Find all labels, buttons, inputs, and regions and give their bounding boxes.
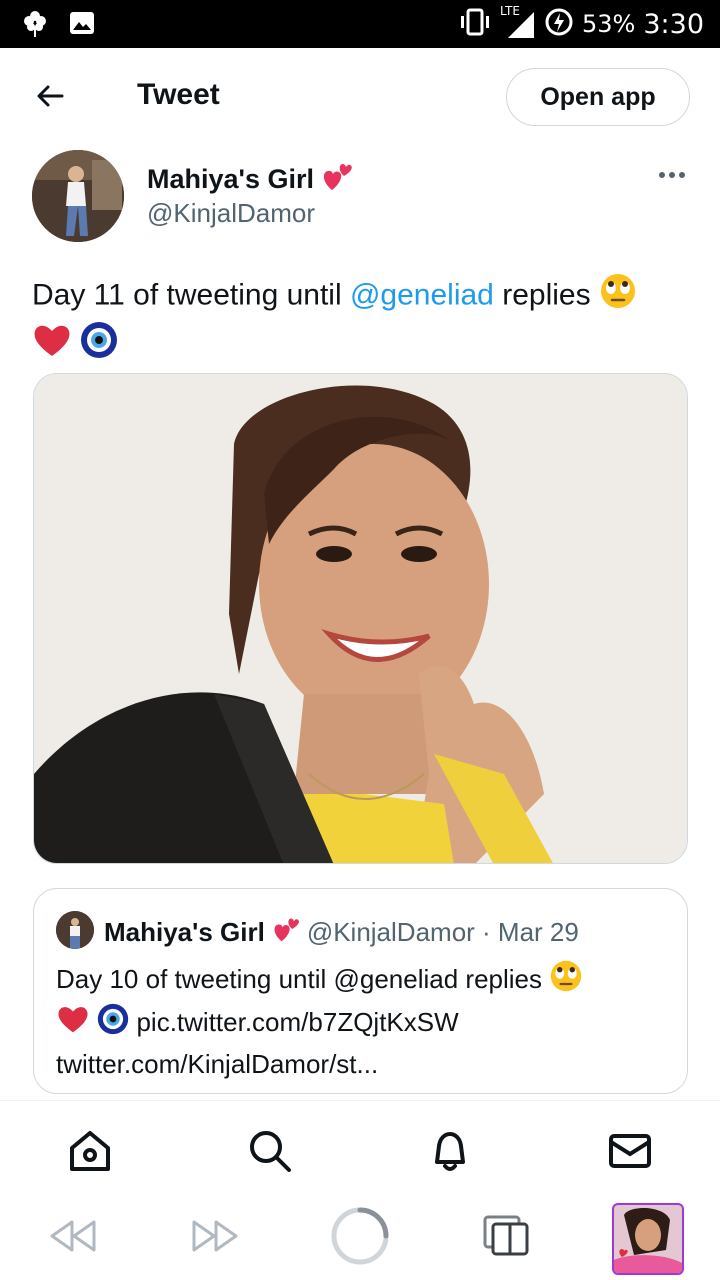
forward-icon [190,1216,242,1261]
nazar-amulet-emoji [97,1003,129,1045]
rewind-icon [46,1216,98,1261]
nav-messages[interactable] [606,1129,654,1177]
author-handle[interactable]: @KinjalDamor [147,198,315,229]
red-heart-emoji [56,1004,90,1044]
two-hearts-emoji [320,160,354,199]
more-icon-dot [669,172,675,178]
battery-percent: 53% [582,10,636,38]
nav-notifications[interactable] [426,1129,474,1177]
quoted-header: Mahiya's Girl @KinjalDamor · Mar 29 [104,915,579,950]
tweet-text-before: Day 11 of tweeting until [32,278,350,312]
back-button[interactable] [30,78,70,118]
battery-charging-icon [544,7,574,42]
page-title: Tweet [137,78,220,111]
browser-toolbar [0,1200,720,1280]
tabs-icon [482,1214,530,1263]
author-name[interactable]: Mahiya's Girl [147,160,354,199]
tweet-text: Day 11 of tweeting until @geneliad repli… [32,272,692,370]
mention-link[interactable]: @geneliad [350,278,494,311]
status-bar: LTE 53% 3:30 [0,0,720,48]
mail-icon [607,1128,653,1179]
quoted-avatar [56,911,94,949]
more-icon-dot [679,172,685,178]
vibrate-icon [458,7,492,42]
search-icon [247,1128,293,1179]
red-heart-emoji [32,322,72,369]
more-icon [659,172,665,178]
quoted-author-name: Mahiya's Girl [104,917,265,947]
signal-icon: LTE [500,4,536,40]
nazar-amulet-emoji [80,321,118,370]
author-avatar[interactable] [32,150,124,242]
gallery-notification-icon [68,9,96,42]
browser-forward-button[interactable] [184,1206,248,1270]
two-hearts-emoji [271,915,301,950]
rolling-eyes-emoji [549,959,583,1003]
browser-tabs-button[interactable] [474,1206,538,1270]
bottom-nav [0,1100,720,1200]
quoted-pic-link: pic.twitter.com/b7ZQjtKxSW [136,1007,459,1037]
author-name-text: Mahiya's Girl [147,164,314,194]
nav-home[interactable] [66,1129,114,1177]
flower-notification-icon [20,8,50,43]
browser-reload-button[interactable] [328,1206,392,1270]
rolling-eyes-emoji [599,272,637,321]
bell-icon [427,1128,473,1179]
more-button[interactable] [652,160,692,190]
quoted-meta: @KinjalDamor · Mar 29 [306,917,579,947]
browser-back-button[interactable] [40,1206,104,1270]
nav-search[interactable] [246,1129,294,1177]
home-icon [67,1128,113,1179]
quoted-text-line1: Day 10 of tweeting until @geneliad repli… [56,963,543,994]
quoted-tweet[interactable]: Mahiya's Girl @KinjalDamor · Mar 29 Day … [33,888,688,1094]
loading-icon [328,1204,392,1273]
back-arrow-icon [34,80,66,117]
open-app-button[interactable]: Open app [506,68,690,126]
clock: 3:30 [643,8,704,40]
quoted-url: twitter.com/KinjalDamor/st... [56,1049,379,1080]
app-thumbnail-button[interactable] [612,1203,684,1275]
quoted-text: Day 10 of tweeting until @geneliad repli… [56,959,666,1083]
tweet-media-image[interactable] [33,373,688,864]
tweet-header: Tweet Open app [0,48,720,146]
tweet-text-after: replies [493,278,591,312]
